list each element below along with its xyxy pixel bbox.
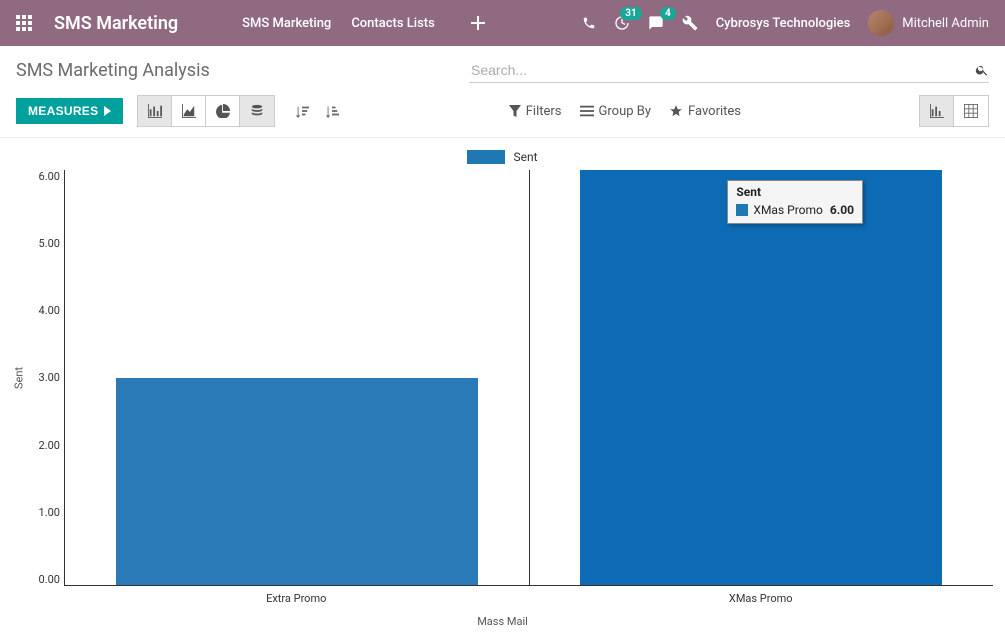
legend[interactable]: Sent [12, 150, 993, 164]
sort-desc-icon[interactable] [287, 96, 317, 126]
measures-button[interactable]: MEASURES [16, 98, 123, 124]
bar-xmas-promo[interactable] [580, 170, 942, 585]
legend-swatch [467, 150, 505, 164]
bar-extra-promo[interactable] [116, 378, 478, 586]
search-container [469, 58, 989, 83]
stack-icon[interactable] [240, 96, 274, 126]
view-switch [919, 95, 989, 127]
y-axis-label: Sent [12, 170, 26, 586]
plot-segment-1: Sent XMas Promo 6.00 [530, 170, 994, 585]
sort-asc-icon[interactable] [317, 96, 347, 126]
breadcrumb-row: SMS Marketing Analysis [0, 46, 1005, 89]
tooltip-swatch [736, 204, 748, 216]
chart-area: Sent Sent 6.00 5.00 4.00 3.00 2.00 1.00 … [0, 142, 1005, 636]
bar-chart-icon[interactable] [138, 96, 172, 126]
activity-badge: 31 [620, 7, 641, 20]
plus-icon[interactable] [471, 16, 485, 30]
tools-icon[interactable] [682, 15, 698, 31]
phone-icon[interactable] [582, 16, 596, 30]
x-ticks: Extra Promo XMas Promo [64, 592, 993, 605]
plot: Sent XMas Promo 6.00 [64, 170, 993, 586]
pivot-view-icon[interactable] [954, 96, 988, 126]
graph-view-icon[interactable] [920, 96, 954, 126]
favorites-button[interactable]: Favorites [669, 104, 741, 119]
company-selector[interactable]: Cybrosys Technologies [716, 16, 851, 31]
page-title: SMS Marketing Analysis [16, 60, 210, 81]
chart-type-group [137, 95, 275, 127]
list-icon [580, 105, 594, 117]
messages-badge: 4 [660, 7, 676, 20]
divider [0, 137, 1005, 138]
search-icon[interactable] [975, 63, 989, 77]
user-menu[interactable]: Mitchell Admin [868, 10, 989, 36]
nav-contacts-lists[interactable]: Contacts Lists [351, 16, 435, 31]
activity-icon[interactable]: 31 [614, 15, 630, 31]
tooltip-value: 6.00 [830, 203, 854, 217]
filter-icon [509, 105, 521, 117]
tooltip-label: XMas Promo [753, 203, 822, 217]
filters-button[interactable]: Filters [509, 104, 562, 119]
avatar [868, 10, 894, 36]
pie-chart-icon[interactable] [206, 96, 240, 126]
plot-segment-0 [65, 170, 530, 585]
line-chart-icon[interactable] [172, 96, 206, 126]
groupby-button[interactable]: Group By [580, 104, 652, 119]
toolbar: MEASURES Filters Group By [0, 89, 1005, 137]
nav-sms-marketing[interactable]: SMS Marketing [242, 16, 331, 31]
user-name: Mitchell Admin [902, 16, 989, 31]
tooltip-title: Sent [728, 181, 862, 201]
legend-label: Sent [513, 150, 537, 164]
messages-icon[interactable]: 4 [648, 15, 664, 31]
measures-label: MEASURES [28, 104, 98, 118]
apps-icon[interactable] [16, 15, 32, 31]
y-ticks: 6.00 5.00 4.00 3.00 2.00 1.00 0.00 [26, 170, 64, 586]
x-axis-label: Mass Mail [12, 615, 993, 628]
app-brand[interactable]: SMS Marketing [54, 13, 178, 34]
sort-group [287, 96, 347, 126]
star-icon [669, 104, 683, 118]
navbar: SMS Marketing SMS Marketing Contacts Lis… [0, 0, 1005, 46]
tooltip: Sent XMas Promo 6.00 [727, 180, 863, 224]
search-input[interactable] [469, 58, 969, 82]
